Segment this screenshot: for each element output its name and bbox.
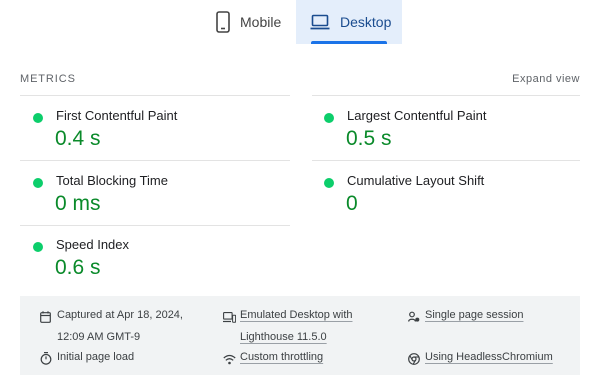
- wifi-icon: [223, 351, 236, 373]
- metric-label: Total Blocking Time: [56, 173, 168, 188]
- status-pass-icon: [33, 178, 43, 188]
- custom-throttling-link[interactable]: Custom throttling: [240, 346, 323, 368]
- browser-info-link[interactable]: Using HeadlessChromium: [425, 346, 553, 368]
- divider: [312, 95, 580, 96]
- runtime-settings-panel: Captured at Apr 18, 2024, 12:09 AM GMT-9…: [20, 296, 580, 375]
- timer-icon: [40, 351, 52, 373]
- divider: [20, 225, 290, 226]
- calendar-icon: [40, 309, 51, 331]
- metric-value: 0: [346, 192, 358, 215]
- devices-icon: [223, 309, 237, 331]
- metric-value: 0 ms: [55, 192, 101, 215]
- tab-mobile-label: Mobile: [240, 14, 282, 30]
- metric-value: 0.6 s: [55, 256, 101, 279]
- person-icon: [408, 309, 420, 331]
- expand-view-link[interactable]: Expand view: [512, 73, 580, 85]
- tab-desktop[interactable]: Desktop: [296, 0, 402, 44]
- status-pass-icon: [33, 242, 43, 252]
- emulated-device-link[interactable]: Emulated Desktop with: [240, 304, 353, 326]
- pagespeed-report: Mobile Desktop METRICS Expand view First…: [0, 0, 600, 375]
- device-tabs: Mobile Desktop: [0, 0, 600, 44]
- divider: [20, 95, 290, 96]
- page-session-link[interactable]: Single page session: [425, 304, 523, 326]
- chrome-icon: [408, 351, 420, 373]
- metric-label: Largest Contentful Paint: [347, 108, 487, 123]
- divider: [312, 160, 580, 161]
- captured-at-line2: 12:09 AM GMT-9: [57, 331, 141, 343]
- divider: [20, 160, 290, 161]
- laptop-icon: [310, 14, 330, 30]
- status-pass-icon: [33, 113, 43, 123]
- metric-value: 0.4 s: [55, 127, 101, 150]
- smartphone-icon: [216, 11, 230, 33]
- metric-value: 0.5 s: [346, 127, 392, 150]
- metric-label: Speed Index: [56, 237, 130, 252]
- lighthouse-version-link[interactable]: Lighthouse 11.5.0: [240, 326, 353, 348]
- metrics-title: METRICS: [20, 73, 76, 85]
- captured-at-line1: Captured at Apr 18, 2024,: [57, 309, 183, 321]
- metric-label: First Contentful Paint: [56, 108, 178, 123]
- metric-label: Cumulative Layout Shift: [347, 173, 485, 188]
- status-pass-icon: [324, 178, 334, 188]
- tab-mobile[interactable]: Mobile: [202, 0, 296, 44]
- initial-page-load-label: Initial page load: [57, 351, 135, 363]
- status-pass-icon: [324, 113, 334, 123]
- metrics-header: METRICS Expand view: [20, 73, 580, 85]
- tab-desktop-label: Desktop: [340, 14, 392, 30]
